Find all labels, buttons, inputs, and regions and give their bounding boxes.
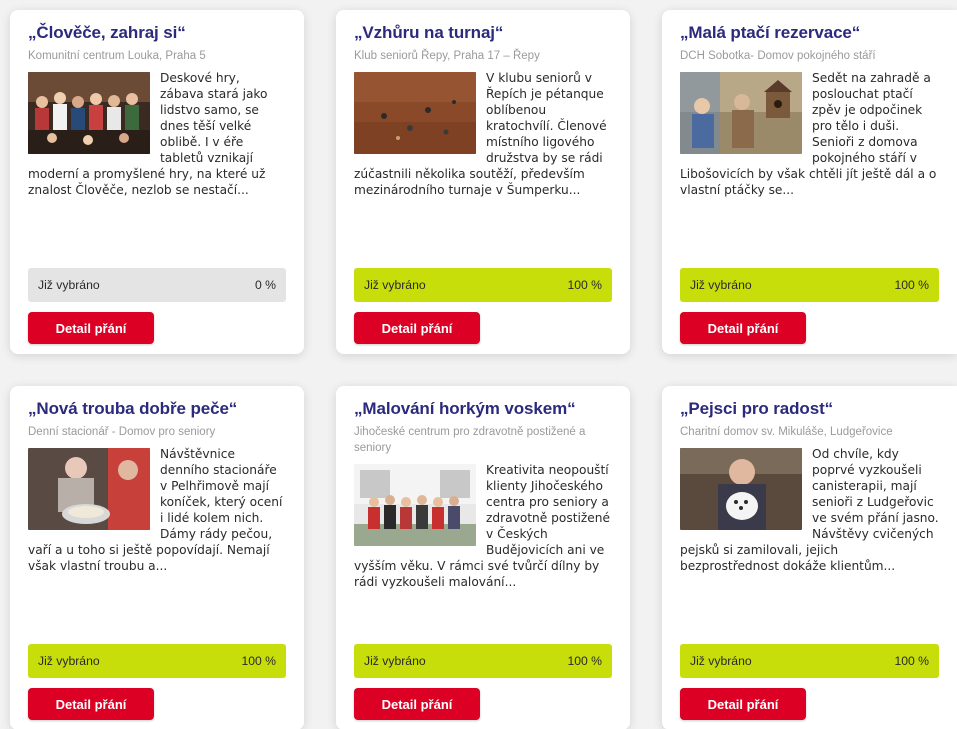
progress-value: 100 %	[567, 278, 602, 292]
wish-card: „Člověče, zahraj si“ Komunitní centrum L…	[10, 10, 304, 354]
funding-progress-bar: Již vybráno 100 %	[354, 268, 612, 302]
progress-label: Již vybráno	[364, 278, 426, 292]
card-image[interactable]	[28, 448, 150, 530]
progress-label: Již vybráno	[364, 654, 426, 668]
progress-value: 100 %	[567, 654, 602, 668]
card-title[interactable]: „Malá ptačí rezervace“	[680, 22, 939, 44]
wish-card: „Vzhůru na turnaj“ Klub seniorů Řepy, Pr…	[336, 10, 630, 354]
detail-button[interactable]: Detail přání	[680, 688, 806, 720]
detail-button[interactable]: Detail přání	[28, 312, 154, 344]
progress-value: 100 %	[894, 654, 929, 668]
birdhouse-photo-icon	[680, 72, 802, 154]
group-photo-icon	[28, 72, 150, 154]
progress-label: Již vybráno	[690, 654, 752, 668]
card-title[interactable]: „Vzhůru na turnaj“	[354, 22, 612, 44]
card-description-block: Deskové hry, zábava stará jako lidstvo s…	[28, 70, 286, 214]
funding-progress-bar: Již vybráno 100 %	[28, 644, 286, 678]
progress-value: 0 %	[254, 278, 276, 292]
funding-progress-bar: Již vybráno 0 %	[28, 268, 286, 302]
detail-button[interactable]: Detail přání	[354, 312, 480, 344]
funding-progress-bar: Již vybráno 100 %	[680, 644, 939, 678]
progress-value: 100 %	[894, 278, 929, 292]
card-image[interactable]	[680, 448, 802, 530]
card-organization: Klub seniorů Řepy, Praha 17 – Řepy	[354, 50, 540, 62]
card-image[interactable]	[354, 72, 476, 154]
card-image[interactable]	[28, 72, 150, 154]
detail-button[interactable]: Detail přání	[680, 312, 806, 344]
group-outdoor-photo-icon	[354, 464, 476, 546]
card-organization: Denní stacionář - Domov pro seniory	[28, 426, 216, 438]
baking-photo-icon	[28, 448, 150, 530]
progress-label: Již vybráno	[690, 278, 752, 292]
progress-label: Již vybráno	[38, 278, 100, 292]
card-organization: DCH Sobotka- Domov pokojného stáří	[680, 50, 876, 62]
card-title[interactable]: „Nová trouba dobře peče“	[28, 398, 286, 420]
wish-card: „Malá ptačí rezervace“ DCH Sobotka- Domo…	[662, 10, 957, 354]
wish-card: „Nová trouba dobře peče“ Denní stacionář…	[10, 386, 304, 729]
petanque-photo-icon	[354, 72, 476, 154]
card-description-block: Návštěvnice denního stacionáře v Pelhřim…	[28, 446, 286, 590]
card-image[interactable]	[354, 464, 476, 546]
card-organization: Jihočeské centrum pro zdravotně postižen…	[354, 426, 586, 454]
progress-label: Již vybráno	[38, 654, 100, 668]
card-organization: Komunitní centrum Louka, Praha 5	[28, 50, 206, 62]
card-title[interactable]: „Pejsci pro radost“	[680, 398, 939, 420]
funding-progress-bar: Již vybráno 100 %	[354, 644, 612, 678]
wish-card: „Pejsci pro radost“ Charitní domov sv. M…	[662, 386, 957, 729]
card-description-block: Kreativita neopouští klienty Jihočeského…	[354, 462, 612, 606]
dog-photo-icon	[680, 448, 802, 530]
card-image[interactable]	[680, 72, 802, 154]
progress-value: 100 %	[241, 654, 276, 668]
card-title[interactable]: „Člověče, zahraj si“	[28, 22, 286, 44]
card-organization: Charitní domov sv. Mikuláše, Ludgeřovice	[680, 426, 893, 438]
funding-progress-bar: Již vybráno 100 %	[680, 268, 939, 302]
card-title[interactable]: „Malování horkým voskem“	[354, 398, 612, 420]
wish-card: „Malování horkým voskem“ Jihočeské centr…	[336, 386, 630, 729]
detail-button[interactable]: Detail přání	[28, 688, 154, 720]
card-description-block: Sedět na zahradě a poslouchat ptačí zpěv…	[680, 70, 939, 214]
card-description-block: Od chvíle, kdy poprvé vyzkoušeli caniste…	[680, 446, 939, 590]
card-description-block: V klubu seniorů v Řepích je pétanque obl…	[354, 70, 612, 214]
detail-button[interactable]: Detail přání	[354, 688, 480, 720]
